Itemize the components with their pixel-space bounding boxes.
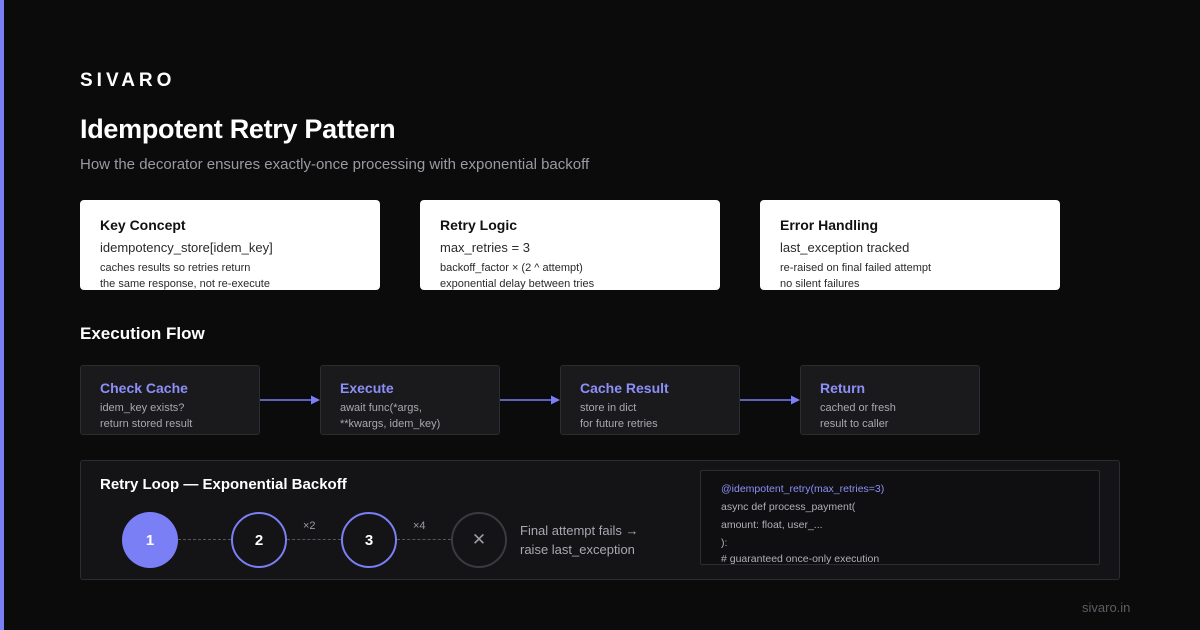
section-title-execution-flow: Execution Flow [80,324,205,343]
card-description: the same response, not re-execute [100,278,270,290]
page-title: Idempotent Retry Pattern [80,114,396,144]
step-description: **kwargs, idem_key) [340,418,441,430]
accent-bar [0,0,4,630]
flow-step-check-cache: Check Cache idem_key exists? return stor… [80,365,260,435]
card-title: Error Handling [780,217,879,233]
attempt-circle-1: 1 [122,512,178,568]
code-snippet: @idempotent_retry(max_retries=3) async d… [700,470,1100,565]
backoff-multiplier: ×2 [303,520,316,532]
flow-step-return: Return cached or fresh result to caller [800,365,980,435]
step-description: for future retries [580,418,658,430]
card-code: last_exception tracked [780,240,910,255]
card-key-concept: Key Concept idempotency_store[idem_key] … [80,200,380,290]
failed-attempt-icon: ✕ [451,512,507,568]
step-description: cached or fresh [820,402,896,414]
step-description: store in dict [580,402,637,414]
footer-url: sivaro.in [1082,600,1131,615]
card-description: backoff_factor × (2 ^ attempt) [440,262,583,274]
card-title: Retry Logic [440,217,518,233]
step-description: await func(*args, [340,402,422,414]
code-line: amount: float, user_... [721,519,823,531]
card-description: caches results so retries return [100,262,251,274]
page-subtitle: How the decorator ensures exactly-once p… [80,156,590,173]
code-line: ): [721,537,728,549]
dashed-connector [178,539,231,540]
card-title: Key Concept [100,217,186,233]
final-attempt-text: Final attempt fails → [520,523,639,538]
code-line: # guaranteed once-only execution [721,553,880,565]
flow-arrow-icon [500,395,560,405]
brand-logo: SIVARO [80,70,176,91]
code-line: async def process_payment( [721,501,856,513]
card-description: exponential delay between tries [440,278,595,290]
step-description: return stored result [100,418,193,430]
retry-loop-title: Retry Loop — Exponential Backoff [100,476,347,493]
step-description: result to caller [820,418,889,430]
flow-step-execute: Execute await func(*args, **kwargs, idem… [320,365,500,435]
card-code: idempotency_store[idem_key] [100,240,273,255]
dashed-connector [287,539,341,540]
flow-arrow-icon [260,395,320,405]
flow-arrow-icon [740,395,800,405]
backoff-multiplier: ×4 [413,520,426,532]
card-code: max_retries = 3 [440,240,530,255]
flow-step-cache-result: Cache Result store in dict for future re… [560,365,740,435]
final-attempt-text: raise last_exception [520,542,635,557]
step-title: Execute [340,380,394,396]
attempt-circle-3: 3 [341,512,397,568]
attempt-circle-2: 2 [231,512,287,568]
step-title: Return [820,380,866,396]
code-line: @idempotent_retry(max_retries=3) [721,483,885,495]
card-description: re-raised on final failed attempt [780,262,932,274]
card-description: no silent failures [780,278,860,290]
card-retry-logic: Retry Logic max_retries = 3 backoff_fact… [420,200,720,290]
step-title: Check Cache [100,380,188,396]
dashed-connector [397,539,451,540]
step-description: idem_key exists? [100,402,185,414]
card-error-handling: Error Handling last_exception tracked re… [760,200,1060,290]
step-title: Cache Result [580,380,669,396]
